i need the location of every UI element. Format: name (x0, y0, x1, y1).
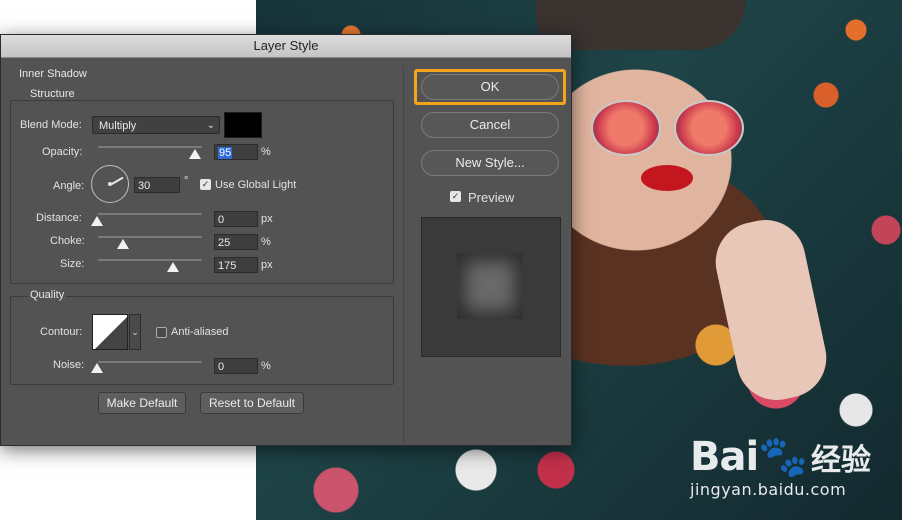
use-global-light-checkbox[interactable]: ✓ (200, 179, 211, 190)
inner-shadow-title: Inner Shadow (17, 68, 89, 80)
angle-unit: ° (184, 175, 189, 187)
blend-color-swatch[interactable] (224, 112, 262, 138)
choke-field[interactable]: 25 (214, 234, 258, 250)
blend-mode-value: Multiply (99, 120, 137, 132)
new-style-button[interactable]: New Style... (421, 150, 559, 176)
quality-title: Quality (28, 289, 67, 301)
noise-field[interactable]: 0 (214, 358, 258, 374)
distance-slider-track[interactable] (98, 213, 202, 215)
distance-slider-thumb[interactable] (91, 216, 103, 226)
hand-shape (708, 212, 834, 408)
watermark-url: jingyan.baidu.com (690, 480, 847, 499)
quality-group (10, 296, 394, 385)
sunglasses-left-lens (591, 100, 661, 156)
choke-slider-track[interactable] (98, 236, 202, 238)
lips-shape (641, 165, 693, 191)
make-default-button[interactable]: Make Default (98, 392, 186, 414)
baidu-watermark: Bai🐾 经验 jingyan.baidu.com (690, 433, 872, 499)
preview-checkbox[interactable]: ✓ (450, 191, 461, 202)
size-label: Size: (60, 258, 85, 270)
chevron-down-icon: ⌄ (206, 120, 215, 131)
opacity-unit: % (261, 146, 271, 158)
contour-label: Contour: (40, 326, 83, 338)
choke-slider-thumb[interactable] (117, 239, 129, 249)
preview-label: Preview (468, 190, 515, 205)
size-field[interactable]: 175 (214, 257, 258, 273)
noise-slider-track[interactable] (98, 361, 202, 363)
noise-slider-thumb[interactable] (91, 363, 103, 373)
panel-divider (403, 65, 404, 443)
watermark-logo: Bai (690, 434, 759, 480)
opacity-value: 95 (218, 147, 233, 159)
ok-button[interactable]: OK (421, 74, 559, 100)
distance-field[interactable]: 0 (214, 211, 258, 227)
structure-title: Structure (28, 88, 77, 100)
noise-label: Noise: (53, 359, 85, 371)
preview-square (457, 253, 523, 319)
watermark-logo-cn: 经验 (811, 443, 872, 478)
opacity-field[interactable]: 95 (214, 144, 258, 160)
contour-dropdown-arrow-icon[interactable]: ⌄ (129, 314, 141, 350)
paw-icon: 🐾 (758, 434, 808, 480)
blend-mode-select[interactable]: Multiply ⌄ (92, 116, 220, 134)
choke-unit: % (261, 236, 271, 248)
angle-field[interactable]: 30 (134, 177, 180, 193)
noise-unit: % (261, 360, 271, 372)
opacity-label: Opacity: (42, 146, 83, 158)
anti-aliased-label: Anti-aliased (171, 326, 229, 338)
angle-dial[interactable] (91, 165, 129, 203)
size-slider-track[interactable] (98, 259, 202, 261)
reset-to-default-button[interactable]: Reset to Default (200, 392, 304, 414)
distance-label: Distance: (36, 212, 82, 224)
angle-label: Angle: (53, 180, 85, 192)
size-slider-thumb[interactable] (167, 262, 179, 272)
contour-curve-icon (95, 317, 127, 349)
contour-picker[interactable] (92, 314, 128, 350)
opacity-slider-track[interactable] (98, 146, 202, 148)
anti-aliased-checkbox[interactable] (156, 327, 167, 338)
cancel-button[interactable]: Cancel (421, 112, 559, 138)
angle-dial-center (108, 182, 112, 186)
distance-unit: px (261, 213, 273, 225)
size-unit: px (261, 259, 273, 271)
dialog-title: Layer Style (1, 35, 571, 58)
blend-mode-label: Blend Mode: (20, 119, 82, 131)
sunglasses-right-lens (674, 100, 744, 156)
preview-thumbnail (421, 217, 561, 357)
opacity-slider-thumb[interactable] (189, 149, 201, 159)
choke-label: Choke: (50, 235, 85, 247)
layer-style-dialog: Layer Style Inner Shadow Structure Blend… (0, 34, 572, 446)
use-global-light-label: Use Global Light (215, 179, 297, 191)
